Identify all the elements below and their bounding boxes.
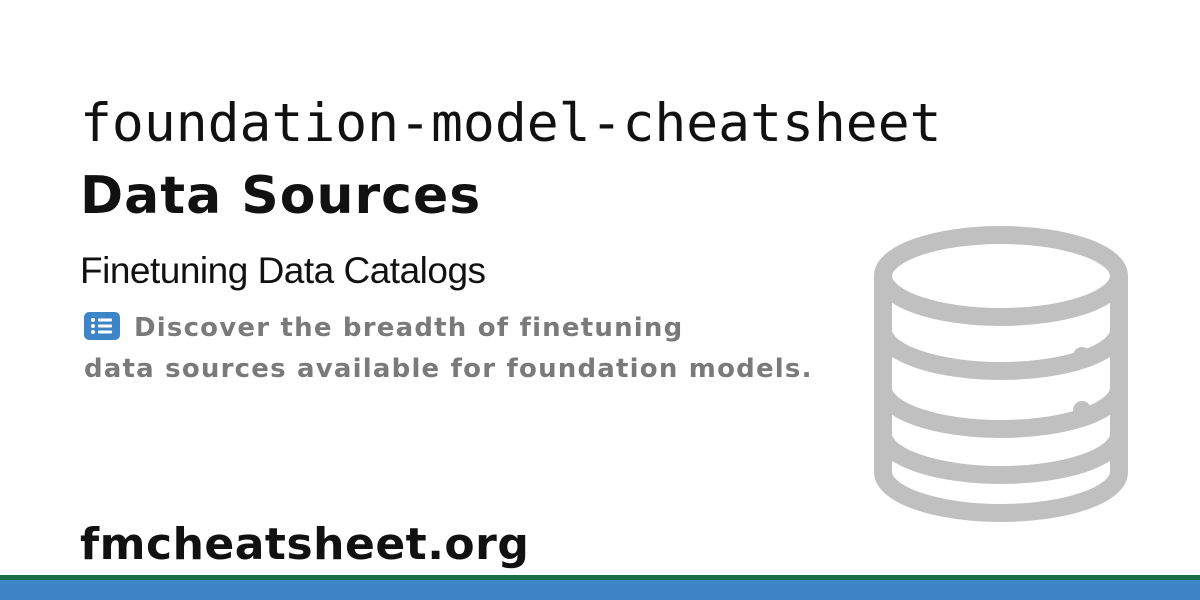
site-url[interactable]: fmcheatsheet.org bbox=[80, 516, 529, 574]
list-icon bbox=[84, 312, 120, 340]
page-title: Data Sources bbox=[80, 166, 482, 226]
database-icon bbox=[870, 226, 1132, 522]
description-line-2: data sources available for foundation mo… bbox=[84, 354, 813, 384]
repo-name: foundation-model-cheatsheet bbox=[80, 93, 942, 154]
subtitle: Finetuning Data Catalogs bbox=[80, 250, 486, 291]
description-text-1: Discover the breadth of finetuning bbox=[134, 313, 684, 343]
description-line-1: Discover the breadth of finetuning bbox=[84, 308, 864, 349]
footer-stripe-blue bbox=[0, 580, 1200, 600]
footer-bar bbox=[0, 575, 1200, 600]
description: Discover the breadth of finetuning data … bbox=[84, 308, 864, 390]
social-card: foundation-model-cheatsheet Data Sources… bbox=[0, 0, 1200, 600]
